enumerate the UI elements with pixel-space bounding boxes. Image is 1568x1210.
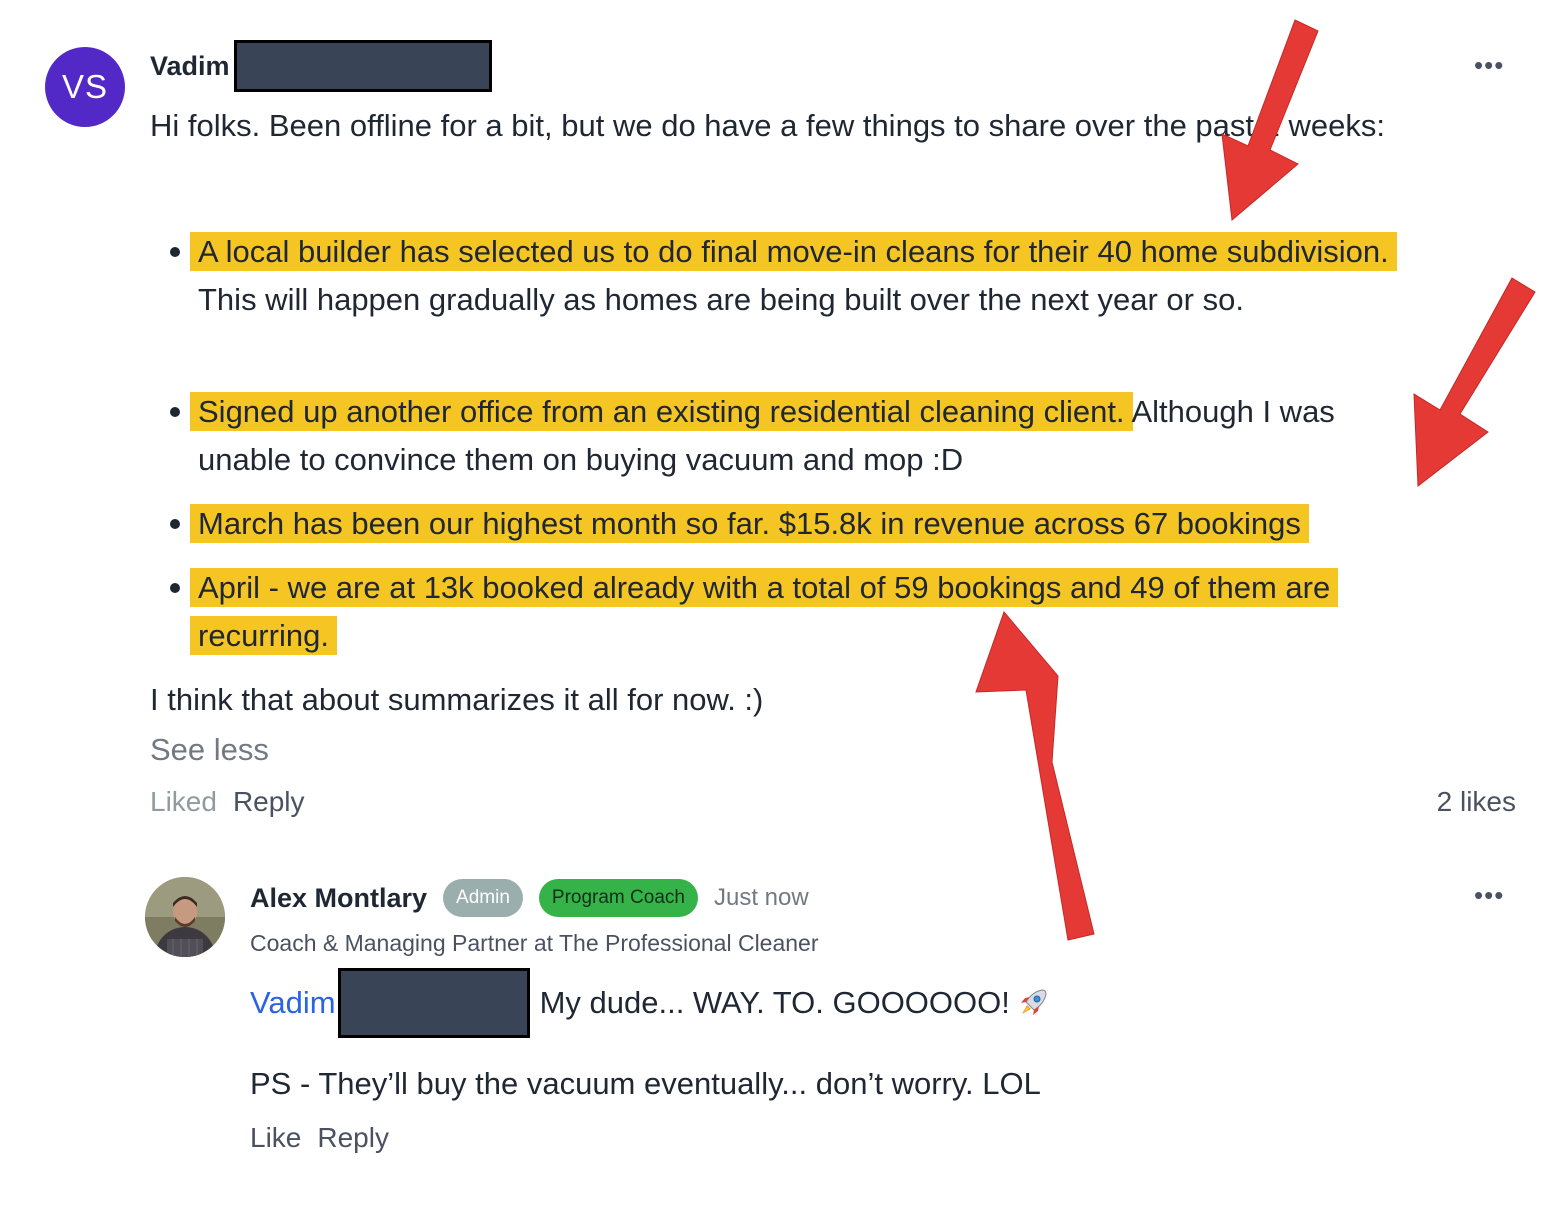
plain-text: This will happen gradually as homes are … (198, 282, 1244, 317)
annotation-arrow-right (1413, 277, 1536, 487)
highlighted-text: March has been our highest month so far.… (190, 504, 1309, 543)
like-button[interactable]: Like (250, 1122, 301, 1154)
highlighted-text: A local builder has selected us to do fi… (190, 232, 1397, 271)
highlighted-text: April - we are at 13k booked already wit… (190, 568, 1339, 655)
reply-header: Alex Montlary Admin Program Coach Just n… (250, 876, 809, 920)
post-closing: I think that about summarizes it all for… (150, 682, 764, 717)
annotation-arrow-bottom (975, 611, 1095, 941)
rocket-icon (1020, 989, 1047, 1015)
reply-timestamp: Just now (713, 884, 809, 911)
more-options-icon[interactable]: ••• (1474, 882, 1504, 908)
avatar[interactable] (145, 877, 225, 957)
admin-badge: Admin (443, 879, 523, 917)
user-mention[interactable]: Vadim (250, 985, 336, 1021)
bullet-dot (170, 407, 180, 417)
reply-author-name[interactable]: Alex Montlary (250, 883, 427, 914)
reply-button[interactable]: Reply (233, 786, 305, 818)
reply-ps-text: PS - They’ll buy the vacuum eventually..… (250, 1066, 1041, 1101)
post-actions: Liked Reply (150, 786, 305, 818)
more-options-icon[interactable]: ••• (1474, 52, 1504, 78)
avatar[interactable]: VS (45, 47, 125, 127)
redaction-box (337, 968, 530, 1038)
list-item-text: Signed up another office from an existin… (190, 388, 1428, 484)
comment-thread: VS Vadim ••• Hi folks. Been offline for … (0, 0, 1568, 1210)
see-less-link[interactable]: See less (150, 726, 269, 774)
reply-actions: Like Reply (250, 1122, 389, 1154)
redaction-box (233, 40, 492, 92)
avatar-photo (145, 877, 225, 957)
highlighted-text: Signed up another office from an existin… (190, 392, 1133, 431)
program-coach-badge: Program Coach (538, 879, 698, 917)
reply-button[interactable]: Reply (317, 1122, 389, 1154)
liked-button[interactable]: Liked (150, 786, 217, 818)
reply-message-text: My dude... WAY. TO. GOOOOOO! (539, 985, 1010, 1020)
author-name[interactable]: Vadim (150, 51, 230, 82)
likes-count[interactable]: 2 likes (1437, 786, 1516, 818)
avatar-initials: VS (61, 68, 109, 105)
bullet-dot (170, 519, 180, 529)
bullet-dot (170, 583, 180, 593)
post-intro: Hi folks. Been offline for a bit, but we… (150, 108, 1385, 143)
list-item-text: March has been our highest month so far.… (190, 500, 1428, 548)
post-author-row: Vadim (150, 40, 492, 92)
reply-message: Vadim My dude... WAY. TO. GOOOOOO! (250, 968, 1050, 1038)
list-item-text: April - we are at 13k booked already wit… (190, 564, 1428, 660)
reply-author-title: Coach & Managing Partner at The Professi… (250, 930, 819, 956)
bullet-dot (170, 247, 180, 257)
list-item-text: A local builder has selected us to do fi… (190, 228, 1428, 324)
